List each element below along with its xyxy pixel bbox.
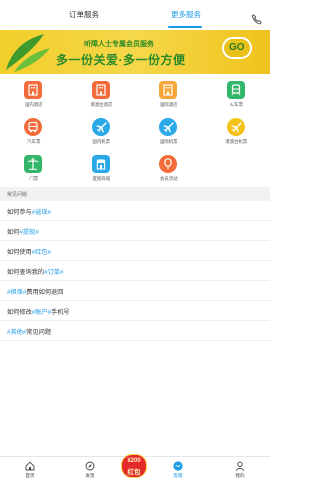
service-bus-ticket[interactable]: 汽车票 [0,111,68,148]
tab-order-services[interactable]: 订单服务 [69,9,99,20]
faq-keyword: #其他# [7,329,27,336]
faq-text: 如何查询我的 [7,269,45,276]
faq-keyword: #红包# [31,249,52,256]
faq-keyword: #账户# [31,309,52,316]
banner-subtitle: 听障人士专属会员服务 [84,41,154,48]
service-label: 国内酒店 [24,102,43,107]
service-label: 港澳台机票 [225,139,248,144]
faq-section-header: 常见问题 [0,187,270,201]
service-hk-macao-flight[interactable]: 港澳台机票 [203,111,271,148]
faq-text: 常见问题 [26,329,52,336]
faq-text: 如何修改 [7,309,32,316]
chat-icon [173,461,183,471]
user-icon [235,461,245,471]
service-label: 港澳台酒店 [90,102,113,107]
nav-label: 我的 [235,473,245,478]
faq-title: 常见问题 [7,192,28,198]
faq-item[interactable]: #其他#常见问题 [0,321,270,341]
train-icon [226,81,245,99]
service-member-activity[interactable]: 会员活动 [135,148,203,185]
nav-discover[interactable]: 发现 [63,457,117,480]
top-bar: 订单服务 更多服务 [0,0,270,30]
faq-item[interactable]: 如何参与#返现# [0,201,270,221]
palm-tree-icon [24,155,42,173]
leaf-decoration-icon [6,34,50,72]
faq-text: 如何使用 [7,249,32,256]
service-domestic-hotel[interactable]: 国内酒店 [0,74,68,111]
faq-item[interactable]: 如何修改#账户#手机号 [0,301,270,321]
service-label: 汽车票 [27,139,41,144]
faq-keyword: #提现# [19,229,39,236]
faq-item[interactable]: 如何使用#红包# [0,241,270,261]
faq-item[interactable]: #担保#费用如何退回 [0,281,270,301]
compass-icon [85,461,95,471]
balloon-icon [159,155,177,173]
faq-keyword: #订单# [44,269,64,276]
service-hk-macao-hotel[interactable]: 港澳台酒店 [68,74,136,111]
tab-more-services[interactable]: 更多服务 [171,9,201,20]
service-label: 门票 [29,176,39,181]
faq-text: 手机号 [51,309,70,316]
service-vacation-mall[interactable]: 度假商城 [68,148,136,185]
service-grid: 国内酒店 港澳台酒店 国际酒店 火车票 汽车票 国内机票 国际机票 港澳台机票 … [0,74,270,187]
nav-label: 发现 [85,473,95,478]
banner-title: 多一份关爱·多一份方便 [56,53,186,67]
faq-keyword: #返现# [31,209,52,216]
faq-text: 费用如何退回 [26,289,64,296]
nav-home[interactable]: 首页 [3,457,57,480]
shop-icon [91,155,110,173]
faq-text: 如何参与 [7,209,32,216]
bus-icon [24,118,42,136]
nav-customer-service[interactable]: 客服 [151,457,205,480]
service-train-ticket[interactable]: 火车票 [203,74,271,111]
plane-icon [159,118,177,136]
hotel-icon [159,81,177,99]
red-packet-amount: ¥200 [127,458,141,464]
service-label: 度假商城 [92,176,111,181]
service-label: 国际机票 [159,139,178,144]
home-icon [25,461,35,471]
service-intl-flight[interactable]: 国际机票 [135,111,203,148]
service-domestic-flight[interactable]: 国内机票 [68,111,136,148]
service-intl-hotel[interactable]: 国际酒店 [135,74,203,111]
red-packet-word: 红包 [127,469,141,476]
nav-label: 客服 [173,473,183,478]
hotel-icon [24,81,42,99]
banner-go-button[interactable]: GO [222,37,252,59]
service-label: 国际酒店 [159,102,178,107]
plane-icon [91,118,110,136]
service-ticket[interactable]: 门票 [0,148,68,185]
service-label: 火车票 [229,102,243,107]
nav-mine[interactable]: 我的 [213,457,267,480]
service-label: 国内机票 [92,139,111,144]
go-label: GO [229,42,245,53]
hotel-icon [91,81,110,99]
faq-item[interactable]: 如何查询我的#订单# [0,261,270,281]
nav-label: 首页 [25,473,35,478]
promo-banner[interactable]: 听障人士专属会员服务 多一份关爱·多一份方便 GO [0,30,270,74]
faq-keyword: #担保# [7,289,27,296]
plane-icon [226,118,245,136]
phone-icon[interactable] [251,14,262,25]
active-tab-indicator [168,26,202,28]
faq-text: 如何 [7,229,20,236]
service-label: 会员活动 [159,176,178,181]
faq-item[interactable]: 如何#提现# [0,221,270,241]
red-packet-button[interactable]: ¥200 红包 [121,454,147,478]
